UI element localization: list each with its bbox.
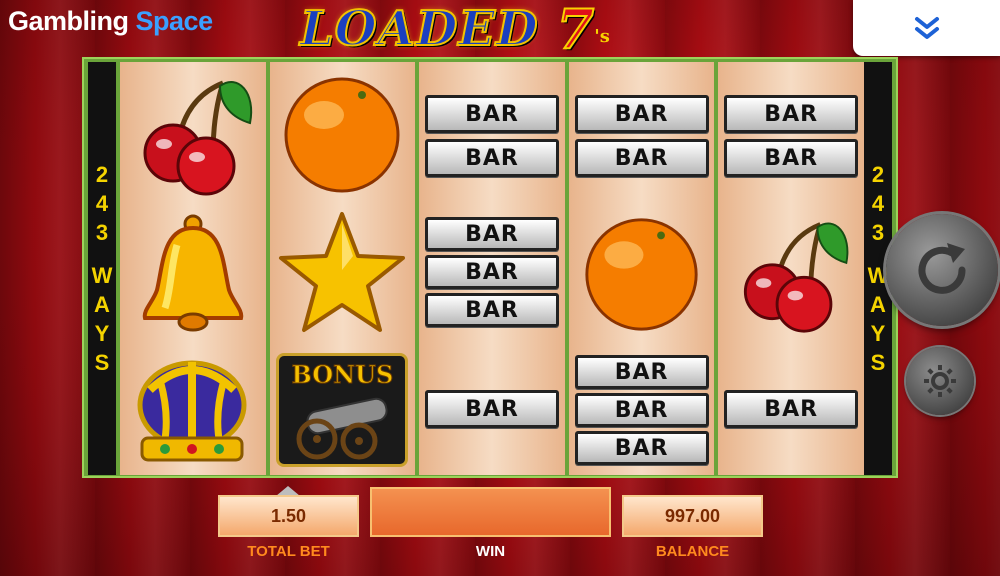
bar-symbol: BAR: [718, 387, 864, 431]
game-logo-suffix: 's: [594, 26, 610, 47]
brand-logo: Gambling Space: [8, 6, 213, 37]
reel-4: BAR BAR BAR BAR BAR: [568, 62, 715, 475]
reel-3: BAR BAR BAR BAR BAR BAR: [419, 62, 565, 475]
bar-symbol: BAR: [419, 387, 565, 431]
brand-name-part2: Space: [135, 6, 214, 36]
chevron-double-down-icon: [914, 17, 939, 39]
ways-letter: Y: [94, 321, 110, 346]
bar-label: BAR: [614, 435, 669, 461]
bar-label: BAR: [465, 396, 519, 422]
bar-symbol: BAR: [419, 290, 565, 330]
star-icon: [279, 211, 406, 332]
game-logo-word: LOADED: [299, 1, 539, 57]
balance-label: BALANCE: [655, 543, 730, 560]
star-symbol: [270, 207, 416, 337]
reel-5: BAR BAR BAR: [718, 62, 864, 475]
bar-label: BAR: [465, 297, 519, 323]
bell-symbol: [120, 207, 266, 337]
ways-digit: 3: [871, 220, 885, 245]
bar-label: BAR: [614, 359, 669, 385]
ways-indicator-left: 2 4 3 W A Y S: [88, 62, 116, 475]
game-logo: LOADED 7 's: [299, 0, 610, 61]
ways-digit: 2: [871, 162, 885, 187]
ways-digit: 2: [95, 162, 109, 187]
bar-label: BAR: [614, 101, 669, 127]
orange-icon: [284, 77, 400, 192]
bar-symbol: BAR: [419, 136, 565, 180]
spin-arrow-icon: [918, 243, 966, 294]
bonus-symbol: BONUS: [270, 350, 416, 470]
settings-button[interactable]: [906, 347, 974, 415]
cherry-icon: [743, 221, 849, 333]
cherry-symbol: [718, 207, 864, 337]
cherry-symbol: [120, 68, 266, 198]
reel-1: [120, 62, 266, 475]
bar-symbol: BAR: [569, 352, 715, 392]
bar-label: BAR: [614, 145, 669, 171]
spin-button[interactable]: [886, 214, 998, 326]
total-bet-display[interactable]: 1.50: [218, 495, 359, 537]
bar-label: BAR: [764, 101, 819, 127]
total-bet-value: 1.50: [270, 505, 307, 526]
ways-letter: S: [94, 350, 110, 375]
reels-area: BONUS BAR BAR BAR BAR BAR BAR BAR BAR BA…: [120, 62, 864, 475]
balance-display: 997.00: [622, 495, 763, 537]
bar-label: BAR: [764, 145, 819, 171]
gear-icon: [924, 365, 956, 397]
ways-letter: Y: [870, 321, 886, 346]
bar-label: BAR: [614, 397, 669, 423]
bar-symbol: BAR: [718, 92, 864, 136]
orange-icon: [584, 217, 698, 331]
bar-symbol: BAR: [419, 252, 565, 292]
bar-symbol: BAR: [569, 136, 715, 180]
bar-symbol: BAR: [419, 214, 565, 254]
crown-icon: [137, 360, 247, 462]
brand-name-part1: Gambling: [8, 6, 129, 36]
ways-letter: S: [870, 350, 886, 375]
balance-value: 997.00: [664, 505, 721, 526]
bar-symbol: BAR: [718, 136, 864, 180]
bar-label: BAR: [465, 259, 519, 285]
bar-label: BAR: [465, 221, 519, 247]
win-label: WIN: [475, 543, 506, 560]
bonus-label: BONUS: [291, 360, 394, 390]
ways-letter: A: [94, 292, 110, 317]
cannon-icon: [296, 397, 388, 460]
win-display: [370, 487, 611, 537]
menu-button[interactable]: [853, 0, 1000, 56]
bar-label: BAR: [764, 396, 819, 422]
reel-2: BONUS: [269, 62, 416, 475]
ways-digit: 4: [95, 191, 109, 216]
orange-symbol: [569, 210, 715, 335]
ways-letter: W: [91, 263, 113, 288]
bell-icon: [142, 214, 244, 331]
bar-symbol: BAR: [569, 390, 715, 430]
bonus-tile: BONUS: [276, 353, 409, 467]
bar-symbol: BAR: [419, 92, 565, 136]
ways-digit: 3: [95, 220, 109, 245]
cherry-icon: [143, 80, 252, 196]
ways-letter: A: [870, 292, 886, 317]
crown-symbol: [120, 345, 266, 475]
orange-symbol: [270, 68, 416, 198]
ways-digit: 4: [871, 191, 885, 216]
reel-frame: 2 4 3 W A Y S BONUS BAR BAR BAR BAR BAR …: [82, 57, 898, 478]
bar-label: BAR: [465, 145, 519, 171]
bar-label: BAR: [465, 101, 519, 127]
bar-symbol: BAR: [569, 428, 715, 468]
game-logo-seven: 7: [556, 0, 596, 61]
bar-symbol: BAR: [569, 92, 715, 136]
total-bet-label: TOTAL BET: [247, 543, 330, 560]
